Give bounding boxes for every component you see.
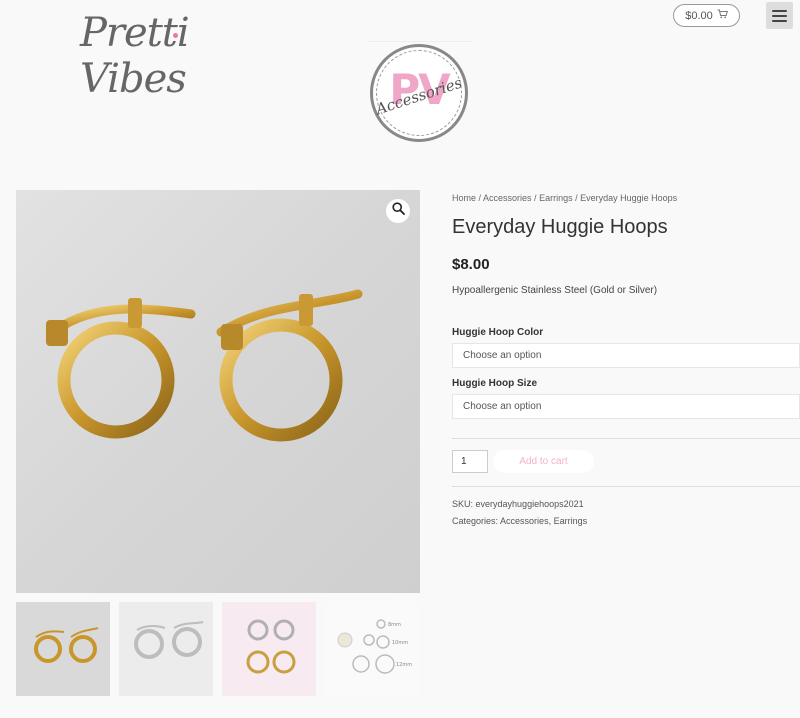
menu-bar (772, 14, 787, 17)
logo-text: Pretti Vibes (80, 10, 190, 102)
breadcrumb-current: Everyday Huggie Hoops (580, 193, 678, 203)
gold-hoops-thumb (34, 627, 99, 663)
menu-bar (772, 9, 787, 12)
categories-line: Categories: Accessories, Earrings (452, 516, 587, 526)
thumbnail-silver[interactable] (119, 602, 213, 696)
logo-dot (173, 33, 178, 38)
size-select-value: Choose an option (463, 401, 542, 412)
badge-divider (368, 41, 472, 42)
breadcrumb-sep: / (531, 193, 540, 203)
divider (452, 438, 800, 439)
thumbnail-gold[interactable] (16, 602, 110, 696)
mixed-hoops-thumb (246, 619, 296, 674)
sku-line: SKU: everydayhuggiehoops2021 (452, 499, 584, 509)
color-select[interactable]: Choose an option (452, 343, 800, 368)
divider (452, 486, 800, 487)
main-product-image[interactable] (16, 190, 420, 593)
thumbnail-sizes[interactable]: 8mm 10mm 12mm (325, 602, 419, 696)
breadcrumb-earrings[interactable]: Earrings (539, 193, 573, 203)
hamburger-menu-icon[interactable] (766, 2, 793, 29)
categories-label: Categories: (452, 516, 499, 526)
breadcrumb-accessories[interactable]: Accessories (483, 193, 532, 203)
cart-amount: $0.00 (685, 9, 713, 22)
magnifier-icon (391, 202, 405, 220)
breadcrumb-sep: / (476, 193, 484, 203)
breadcrumb-sep: / (572, 193, 581, 203)
color-label: Huggie Hoop Color (452, 327, 544, 338)
breadcrumb: Home / Accessories / Earrings / Everyday… (452, 193, 677, 203)
breadcrumb-home[interactable]: Home (452, 193, 476, 203)
size-label-8: 8mm (388, 622, 401, 628)
product-title: Everyday Huggie Hoops (452, 216, 668, 238)
category-earrings[interactable]: Earrings (554, 516, 588, 526)
size-label-10: 10mm (392, 640, 408, 646)
product-price: $8.00 (452, 256, 490, 273)
menu-bar (772, 19, 787, 22)
add-to-cart-button[interactable]: Add to cart (493, 450, 594, 473)
sku-label: SKU: (452, 499, 474, 509)
cart-icon (717, 9, 728, 22)
quantity-value: 1 (461, 456, 467, 467)
product-description: Hypoallergenic Stainless Steel (Gold or … (452, 285, 658, 296)
size-label: Huggie Hoop Size (452, 378, 537, 389)
zoom-button[interactable] (386, 199, 410, 223)
quantity-input[interactable]: 1 (452, 450, 488, 473)
accessories-badge: PV Accessories (370, 44, 468, 142)
sku-value: everydayhuggiehoops2021 (475, 499, 584, 509)
silver-hoops-thumb (134, 621, 204, 659)
cart-button[interactable]: $0.00 (673, 4, 740, 27)
thumbnail-both[interactable] (222, 602, 316, 696)
size-chart-thumb: 8mm 10mm 12mm (337, 619, 412, 674)
size-label-12: 12mm (396, 662, 412, 668)
size-select[interactable]: Choose an option (452, 394, 800, 419)
category-accessories[interactable]: Accessories (500, 516, 549, 526)
site-logo[interactable]: Pretti Vibes (80, 10, 270, 102)
color-select-value: Choose an option (463, 350, 542, 361)
gold-hoops-image (46, 289, 363, 442)
